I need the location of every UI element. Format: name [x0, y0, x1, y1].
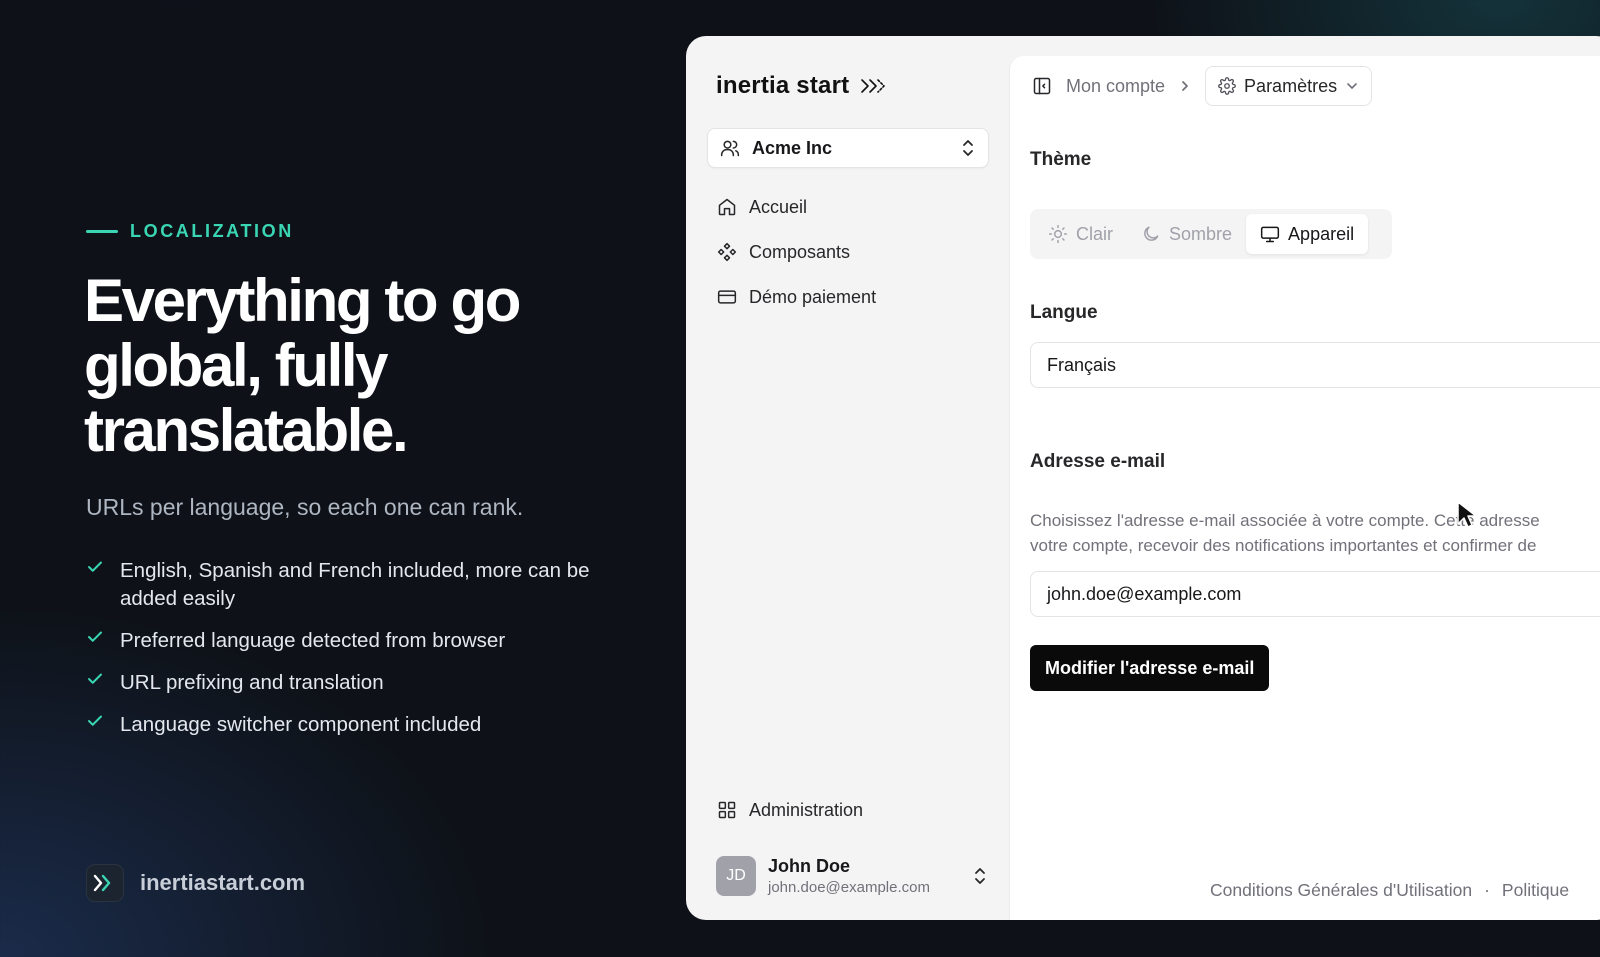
- sidebar: inertia start Acme Inc Accueil Composant…: [686, 36, 1009, 920]
- mouse-cursor-icon: [1456, 500, 1478, 530]
- chevrons-up-down-icon: [972, 867, 988, 885]
- admin-section: Administration: [707, 791, 989, 836]
- feature-text: English, Spanish and French included, mo…: [120, 559, 590, 610]
- theme-switcher: Clair Sombre Appareil: [1030, 209, 1392, 259]
- user-info: John Doe john.doe@example.com: [768, 856, 960, 896]
- chevron-right-icon: [1179, 79, 1191, 93]
- team-name: Acme Inc: [752, 137, 833, 158]
- check-icon: [86, 557, 106, 613]
- feature-list: English, Spanish and French included, mo…: [86, 557, 626, 753]
- breadcrumb: Mon compte Paramètres: [1032, 66, 1373, 106]
- sidebar-item-administration[interactable]: Administration: [707, 791, 989, 829]
- team-switcher[interactable]: Acme Inc: [707, 128, 989, 168]
- site-url[interactable]: inertiastart.com: [140, 870, 305, 896]
- theme-option-label: Sombre: [1169, 223, 1233, 244]
- theme-option-label: Clair: [1076, 223, 1114, 244]
- user-email: john.doe@example.com: [768, 879, 930, 896]
- language-title: Langue: [1030, 302, 1098, 323]
- sidebar-item-label: Démo paiement: [749, 286, 877, 307]
- brand-name: inertia start: [716, 72, 850, 99]
- monitor-icon: [1260, 224, 1280, 244]
- headline: Everything to go global, fully translata…: [84, 267, 521, 464]
- feature-item: URL prefixing and translation: [86, 669, 626, 697]
- email-description-line: votre compte, recevoir des notifications…: [1030, 536, 1537, 555]
- eyebrow-text: LOCALIZATION: [130, 221, 294, 241]
- sun-icon: [1048, 224, 1068, 244]
- avatar: JD: [716, 856, 756, 896]
- email-description-line: Choisissez l'adresse e-mail associée à v…: [1030, 511, 1540, 530]
- email-field[interactable]: john.doe@example.com: [1030, 571, 1600, 617]
- language-value: Français: [1047, 354, 1117, 375]
- email-title: Adresse e-mail: [1030, 451, 1166, 472]
- feature-item: Language switcher component included: [86, 711, 626, 739]
- brand[interactable]: inertia start: [716, 72, 893, 100]
- sidebar-nav: Accueil Composants Démo paiement: [707, 188, 989, 323]
- sidebar-item-composants[interactable]: Composants: [707, 233, 989, 271]
- theme-option-sombre[interactable]: Sombre: [1127, 214, 1246, 254]
- check-icon: [86, 627, 106, 655]
- email-value: john.doe@example.com: [1047, 583, 1242, 604]
- grid-icon: [717, 800, 737, 820]
- sidebar-toggle-icon[interactable]: [1032, 76, 1052, 96]
- logo-icon: [86, 864, 124, 902]
- feature-text: Language switcher component included: [120, 713, 482, 736]
- credit-card-icon: [717, 287, 737, 307]
- sidebar-item-label: Composants: [749, 241, 851, 262]
- theme-option-clair[interactable]: Clair: [1034, 214, 1127, 254]
- feature-text: URL prefixing and translation: [120, 671, 384, 694]
- check-icon: [86, 711, 106, 739]
- sidebar-item-demo-paiement[interactable]: Démo paiement: [707, 278, 989, 316]
- gear-icon: [1218, 77, 1236, 95]
- breadcrumb-current: Paramètres: [1244, 75, 1338, 96]
- chevrons-up-down-icon: [960, 139, 976, 157]
- sidebar-item-label: Accueil: [749, 196, 808, 217]
- moon-icon: [1141, 224, 1161, 244]
- subline: URLs per language, so each one can rank.: [86, 494, 524, 520]
- language-select[interactable]: Français: [1030, 342, 1600, 388]
- breadcrumb-current-select[interactable]: Paramètres: [1205, 66, 1373, 106]
- sidebar-item-label: Administration: [749, 799, 864, 820]
- footer-brand[interactable]: inertiastart.com: [86, 864, 305, 902]
- app-window: inertia start Acme Inc Accueil Composant…: [686, 36, 1600, 920]
- terms-link[interactable]: Conditions Générales d'Utilisation: [1210, 880, 1472, 901]
- email-description: Choisissez l'adresse e-mail associée à v…: [1030, 508, 1600, 558]
- privacy-link[interactable]: Politique: [1502, 880, 1569, 901]
- users-icon: [720, 138, 740, 158]
- breadcrumb-parent[interactable]: Mon compte: [1066, 76, 1165, 97]
- feature-item: English, Spanish and French included, mo…: [86, 557, 626, 613]
- check-icon: [86, 669, 106, 697]
- chevron-down-icon: [1345, 79, 1359, 93]
- theme-option-appareil[interactable]: Appareil: [1246, 214, 1369, 254]
- brand-chevrons-icon: [859, 76, 893, 96]
- footer-separator: ·: [1484, 880, 1490, 900]
- sidebar-item-accueil[interactable]: Accueil: [707, 188, 989, 226]
- eyebrow: LOCALIZATION: [86, 221, 294, 242]
- theme-option-label: Appareil: [1288, 223, 1355, 244]
- home-icon: [717, 197, 737, 217]
- feature-item: Preferred language detected from browser: [86, 627, 626, 655]
- feature-text: Preferred language detected from browser: [120, 629, 506, 652]
- user-name: John Doe: [768, 856, 851, 876]
- eyebrow-line: [86, 230, 118, 233]
- theme-title: Thème: [1030, 149, 1092, 170]
- components-icon: [717, 242, 737, 262]
- change-email-button[interactable]: Modifier l'adresse e-mail: [1030, 645, 1270, 691]
- footer-links: Conditions Générales d'Utilisation · Pol…: [1210, 880, 1569, 901]
- user-menu[interactable]: JD John Doe john.doe@example.com: [716, 851, 988, 901]
- main-content: Mon compte Paramètres Thème Clair Sombre…: [1009, 56, 1600, 920]
